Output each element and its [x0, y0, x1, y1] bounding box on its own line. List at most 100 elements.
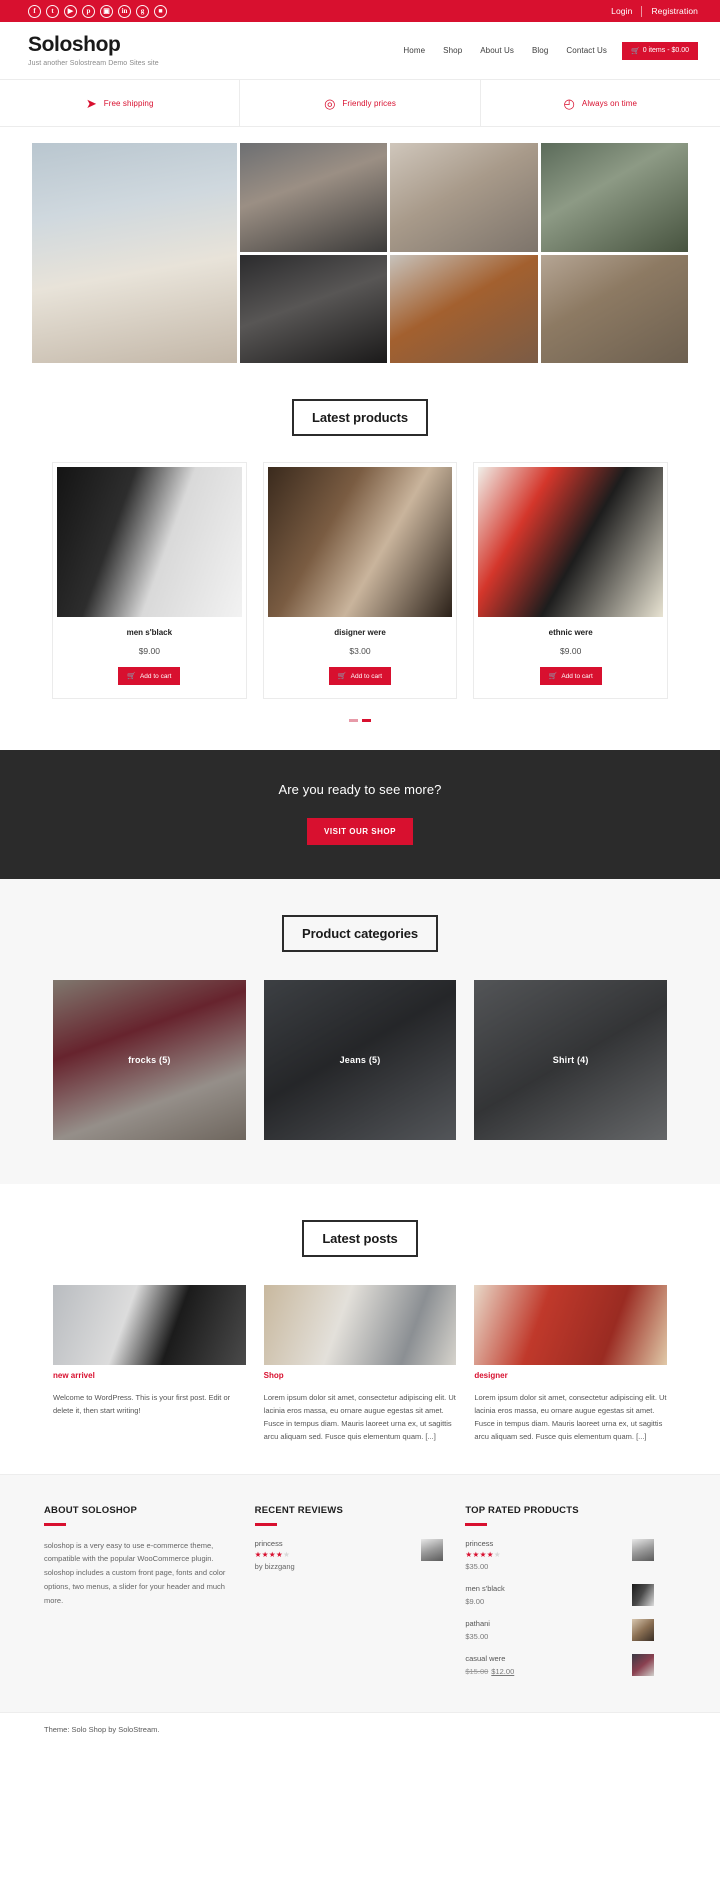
twitter-icon[interactable]: t	[46, 4, 59, 18]
carousel-dots	[0, 719, 720, 722]
add-to-cart-button[interactable]: 🛒 Add to cart	[118, 667, 181, 685]
nav-item-blog[interactable]: Blog	[523, 46, 557, 55]
reviews-title: RECENT REVIEWS	[254, 1504, 343, 1516]
cart-icon: 🛒	[548, 673, 558, 680]
post-title[interactable]: new arrivel	[53, 1371, 95, 1380]
review-item[interactable]: princess ★★★★★ by bizzgang	[254, 1538, 444, 1571]
product-card[interactable]: ethnic were $9.00 🛒 Add to cart	[473, 462, 669, 699]
post-title[interactable]: Shop	[264, 1371, 284, 1380]
top-rated-item[interactable]: princess ★★★★★ $35.00	[465, 1538, 655, 1572]
top-rated-price: $9.00	[465, 1597, 632, 1606]
gallery-image[interactable]	[540, 143, 688, 252]
star-rating: ★★★★★	[465, 1549, 501, 1559]
post-image[interactable]	[474, 1285, 668, 1365]
feature-item: ◴ Always on time	[481, 80, 720, 126]
post-excerpt: Lorem ipsum dolor sit amet, consectetur …	[474, 1393, 667, 1442]
top-rated-price: $35.00	[465, 1632, 632, 1641]
cart-button[interactable]: 🛒 0 items - $0.00	[621, 41, 698, 60]
carousel-dot[interactable]	[349, 719, 358, 722]
top-rated-thumbnail[interactable]	[632, 1654, 655, 1676]
top-bar: f t ▶ p ▣ in g ■ Login Registration	[0, 0, 720, 22]
login-link[interactable]: Login	[611, 6, 632, 16]
rss-icon[interactable]: ■	[154, 4, 167, 18]
googleplus-icon[interactable]: g	[136, 4, 149, 18]
product-card[interactable]: disigner were $3.00 🛒 Add to cart	[262, 462, 458, 699]
cart-icon: 🛒	[127, 673, 136, 680]
top-rated-thumbnail[interactable]	[632, 1538, 655, 1561]
post-image[interactable]	[53, 1285, 246, 1365]
features-bar: ➤ Free shipping ◎ Friendly prices ◴ Always on…	[0, 79, 720, 127]
feature-label: Free shipping	[103, 98, 154, 108]
post-excerpt: Lorem ipsum dolor sit amet, consectetur …	[263, 1393, 456, 1442]
top-rated-thumbnail[interactable]	[632, 1619, 655, 1641]
latest-posts-section: Latest posts new arrivel Welcome to WordP…	[0, 1184, 720, 1474]
product-price: $9.00	[138, 646, 160, 656]
nav-item-contact-us[interactable]: Contact Us	[557, 46, 616, 55]
facebook-icon[interactable]: f	[28, 4, 41, 18]
product-image[interactable]	[57, 467, 242, 617]
title-rule	[254, 1522, 277, 1526]
post-card: new arrivel Welcome to WordPress. This is…	[53, 1285, 246, 1444]
feature-label: Friendly prices	[342, 98, 396, 108]
nav-item-home[interactable]: Home	[394, 46, 434, 55]
product-card[interactable]: men s'black $9.00 🛒 Add to cart	[52, 462, 247, 699]
pinterest-icon[interactable]: p	[82, 4, 95, 18]
cta-title: Are you ready to see more?	[278, 782, 442, 797]
top-rated-item[interactable]: casual were $15.00 $12.00	[465, 1654, 655, 1676]
product-image[interactable]	[478, 467, 664, 617]
category-card[interactable]: Jeans (5)	[263, 980, 457, 1140]
star-rating: ★★★★★	[254, 1549, 291, 1559]
gallery-image[interactable]	[240, 143, 388, 252]
top-rated-price: $35.00	[465, 1562, 632, 1571]
money-icon: ◎	[324, 95, 336, 111]
top-rated-body: princess ★★★★★ $35.00	[465, 1539, 632, 1572]
registration-link[interactable]: Registration	[651, 6, 698, 16]
cart-icon: 🛒	[630, 47, 640, 55]
add-to-cart-button[interactable]: 🛒 Add to cart	[328, 667, 392, 685]
latest-products-section: Latest products men s'black $9.00 🛒 Add to …	[0, 363, 720, 750]
gallery-main-image[interactable]	[32, 143, 237, 363]
product-image[interactable]	[267, 467, 453, 617]
post-list: new arrivel Welcome to WordPress. This is…	[0, 1257, 720, 1444]
old-price: $15.00	[465, 1667, 489, 1676]
top-rated-price: $15.00 $12.00	[465, 1667, 632, 1676]
footer-toprated-column: TOP RATED PRODUCTS princess ★★★★★ $35.00 me…	[465, 1504, 676, 1676]
carousel-dot[interactable]	[362, 719, 371, 722]
title-rule	[44, 1522, 66, 1526]
category-card[interactable]: frocks (5)	[53, 980, 246, 1140]
gallery-image[interactable]	[240, 254, 388, 363]
cart-label: 0 items - $0.00	[642, 47, 689, 54]
product-price: $35.00	[465, 1632, 489, 1641]
site-title[interactable]: Soloshop	[28, 34, 159, 56]
top-rated-title: TOP RATED PRODUCTS	[465, 1504, 579, 1516]
post-image[interactable]	[263, 1285, 457, 1365]
youtube-icon[interactable]: ▶	[64, 4, 77, 18]
post-title[interactable]: designer	[474, 1371, 507, 1380]
main-navigation: Home Shop About Us Blog Contact Us 🛒 0 items…	[394, 41, 698, 60]
clock-icon: ◴	[563, 95, 575, 111]
product-price: $3.00	[349, 646, 371, 656]
top-rated-thumbnail[interactable]	[632, 1584, 655, 1606]
cta-banner: Are you ready to see more? VISIT OUR SHO…	[0, 750, 720, 879]
instagram-icon[interactable]: ▣	[100, 4, 113, 18]
gallery-image[interactable]	[390, 143, 538, 252]
top-rated-product-name: princess	[465, 1538, 494, 1548]
top-rated-item[interactable]: men s'black $9.00	[465, 1584, 655, 1606]
footer-reviews-column: RECENT REVIEWS princess ★★★★★ by bizzgang	[254, 1504, 466, 1677]
add-to-cart-label: Add to cart	[561, 672, 593, 680]
product-name: disigner were	[334, 628, 386, 637]
section-heading-wrap: Product categories	[0, 915, 720, 952]
add-to-cart-button[interactable]: 🛒 Add to cart	[539, 667, 602, 685]
nav-item-about-us[interactable]: About Us	[471, 46, 523, 55]
category-card[interactable]: Shirt (4)	[474, 980, 668, 1140]
top-rated-item[interactable]: pathani $35.00	[465, 1619, 655, 1641]
review-thumbnail[interactable]	[421, 1538, 444, 1561]
linkedin-icon[interactable]: in	[118, 4, 131, 18]
section-heading-wrap: Latest posts	[0, 1220, 720, 1257]
product-price: $35.00	[465, 1562, 489, 1571]
gallery-image[interactable]	[540, 254, 688, 363]
visit-shop-button[interactable]: VISIT OUR SHOP	[307, 818, 413, 845]
nav-item-shop[interactable]: Shop	[434, 46, 471, 55]
top-rated-product-name: men s'black	[465, 1584, 505, 1593]
gallery-image[interactable]	[390, 254, 538, 363]
